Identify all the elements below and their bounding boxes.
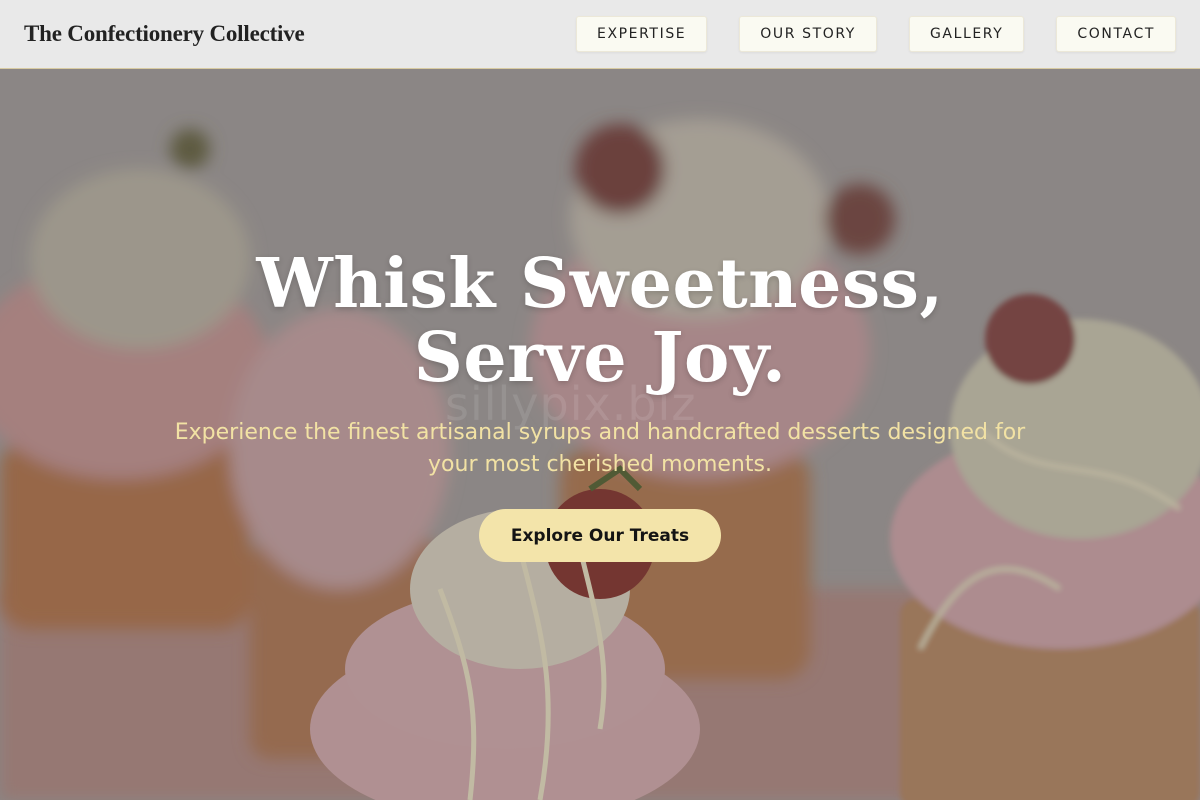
hero-section: sillypix.biz Whisk Sweetness, Serve Joy.… [0,69,1200,800]
nav-expertise-button[interactable]: EXPERTISE [576,16,708,52]
hero-headline: Whisk Sweetness, Serve Joy. [256,244,944,398]
site-header: The Confectionery Collective EXPERTISE O… [0,0,1200,69]
nav-contact-button[interactable]: CONTACT [1056,16,1176,52]
nav-our-story-button[interactable]: OUR STORY [739,16,877,52]
main-nav: EXPERTISE OUR STORY GALLERY CONTACT [544,16,1176,52]
brand-logo[interactable]: The Confectionery Collective [24,21,305,47]
nav-gallery-button[interactable]: GALLERY [908,16,1025,52]
explore-treats-button[interactable]: Explore Our Treats [479,509,721,562]
hero-subtext: Experience the finest artisanal syrups a… [174,420,1026,477]
